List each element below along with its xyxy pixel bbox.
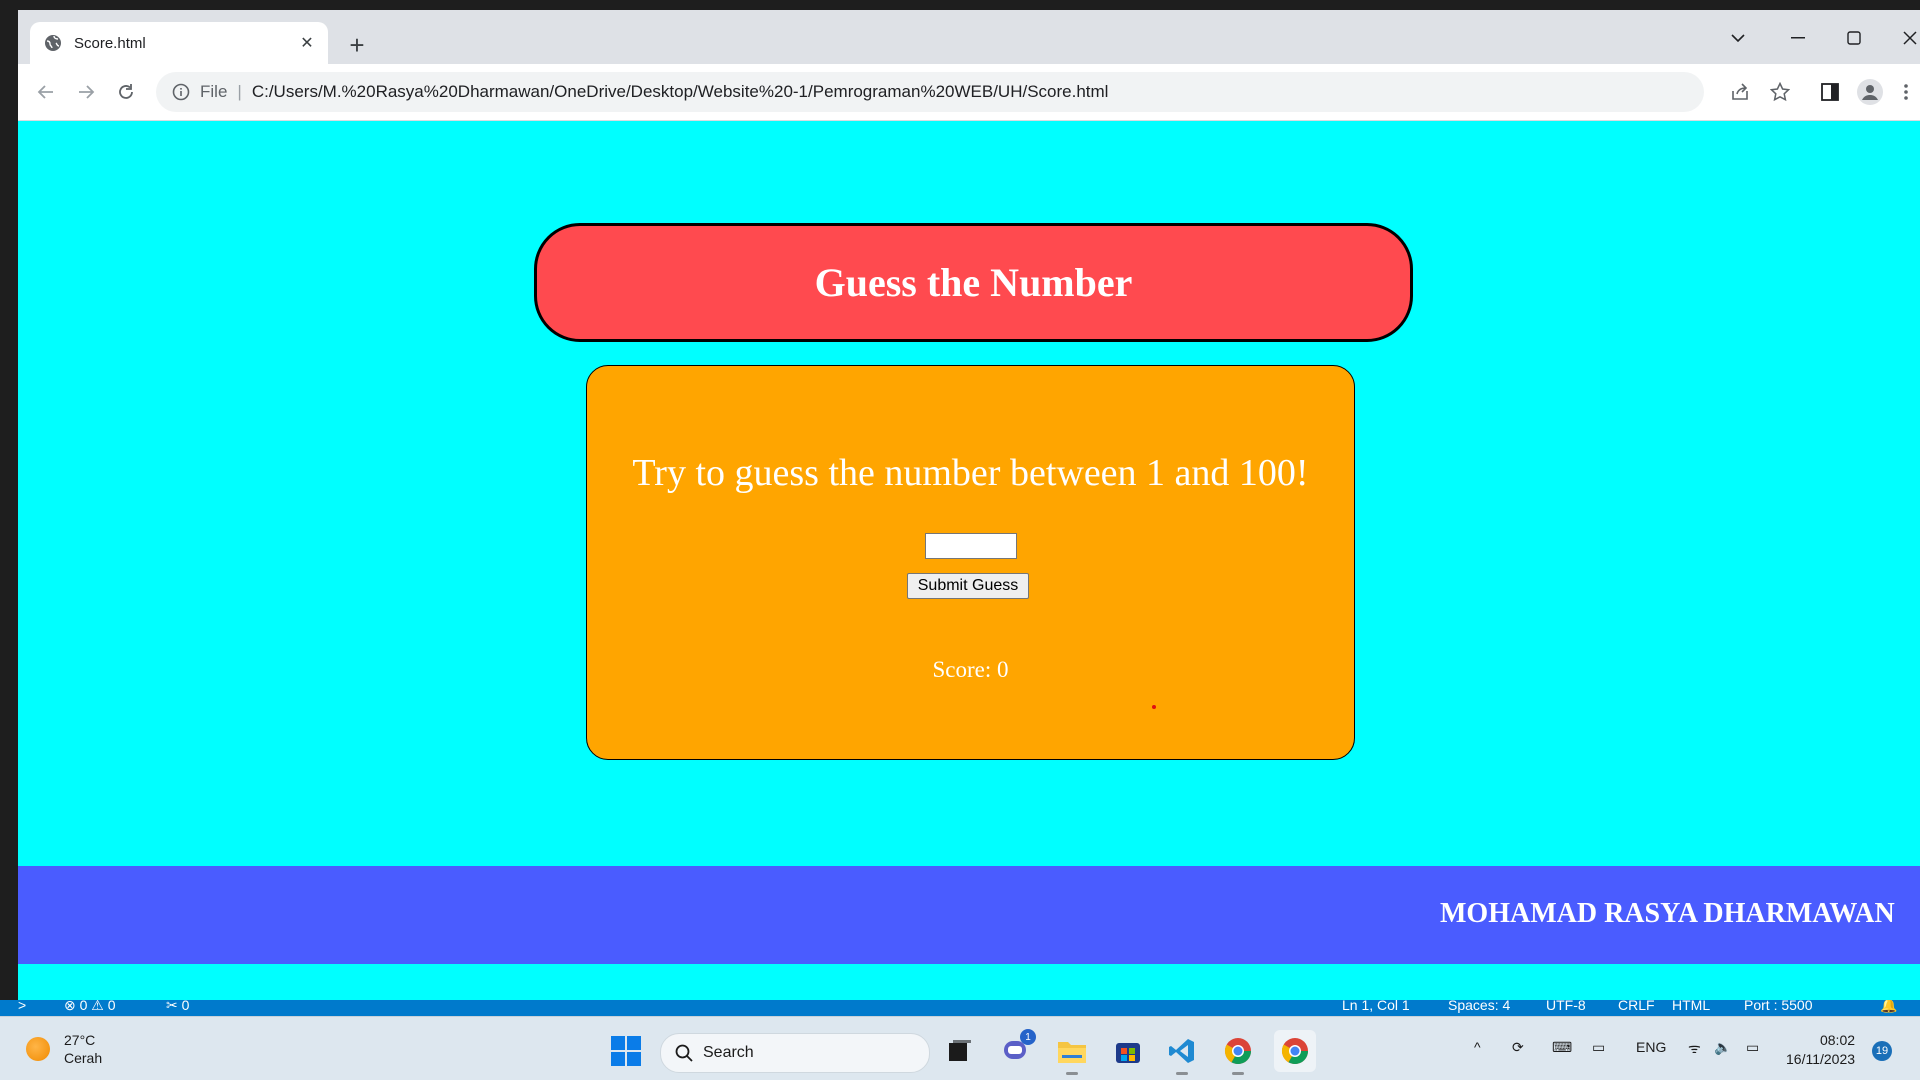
- title-banner: Guess the Number: [534, 223, 1413, 342]
- vscode-status-bar: > ⊗ 0 ⚠ 0 ✂ 0 Ln 1, Col 1 Spaces: 4 UTF-…: [0, 1000, 1920, 1016]
- ports-indicator[interactable]: ✂ 0: [166, 1000, 189, 1014]
- weather-widget[interactable]: 27°C Cerah: [26, 1031, 102, 1067]
- teams-chat-icon[interactable]: 1: [998, 1029, 1036, 1069]
- minimize-icon[interactable]: [1770, 18, 1826, 58]
- end-of-line[interactable]: CRLF: [1618, 1000, 1655, 1013]
- keyboard-icon[interactable]: ⌨: [1552, 1039, 1572, 1056]
- wifi-icon[interactable]: ᯤ: [1688, 1039, 1701, 1058]
- page-viewport: Guess the Number Try to guess the number…: [18, 121, 1920, 1000]
- weather-temperature: 27°C: [64, 1032, 96, 1048]
- submit-guess-button[interactable]: Submit Guess: [907, 573, 1029, 599]
- battery-icon[interactable]: ▭: [1746, 1039, 1759, 1056]
- browser-window: Score.html ✕ + File | C:/Users/M.%20Rasy…: [18, 10, 1920, 1000]
- side-panel-icon[interactable]: [1812, 74, 1848, 110]
- file-explorer-icon[interactable]: [1054, 1033, 1090, 1075]
- windows-start-icon[interactable]: [611, 1036, 641, 1066]
- new-tab-button[interactable]: +: [342, 30, 372, 60]
- search-label: Search: [703, 1044, 754, 1061]
- search-icon: [675, 1044, 693, 1062]
- address-bar[interactable]: File | C:/Users/M.%20Rasya%20Dharmawan/O…: [156, 72, 1704, 112]
- game-panel: Try to guess the number between 1 and 10…: [586, 365, 1355, 760]
- page-title: Guess the Number: [814, 260, 1133, 305]
- problems-indicator[interactable]: ⊗ 0 ⚠ 0: [64, 1000, 116, 1014]
- tab-search-icon[interactable]: [1710, 18, 1766, 58]
- sun-icon: [26, 1037, 50, 1061]
- taskbar-search[interactable]: Search: [660, 1033, 930, 1073]
- browser-toolbar: File | C:/Users/M.%20Rasya%20Dharmawan/O…: [18, 64, 1920, 121]
- url-scheme-label: File: [200, 82, 228, 101]
- url-text[interactable]: C:/Users/M.%20Rasya%20Dharmawan/OneDrive…: [252, 82, 1109, 102]
- display-icon[interactable]: ▭: [1592, 1039, 1605, 1056]
- vscode-icon[interactable]: [1164, 1033, 1200, 1075]
- bookmark-star-icon[interactable]: [1762, 74, 1798, 110]
- url-separator: |: [237, 82, 242, 101]
- chrome-profile-icon[interactable]: [1220, 1033, 1256, 1075]
- window-close-icon[interactable]: [1882, 18, 1920, 58]
- clock-date: 16/11/2023: [1786, 1051, 1856, 1067]
- info-icon[interactable]: [172, 83, 190, 101]
- author-name: MOHAMAD RASYA DHARMAWAN: [1440, 898, 1895, 929]
- notification-count-badge[interactable]: 19: [1872, 1041, 1892, 1061]
- menu-kebab-icon[interactable]: [1888, 74, 1920, 110]
- weather-description: Cerah: [64, 1050, 103, 1066]
- forward-icon[interactable]: [70, 76, 102, 108]
- volume-icon[interactable]: 🔈: [1714, 1039, 1731, 1056]
- microsoft-store-icon[interactable]: [1110, 1033, 1146, 1069]
- chrome-icon[interactable]: [1274, 1030, 1316, 1072]
- game-prompt: Try to guess the number between 1 and 10…: [632, 452, 1309, 494]
- tab-title: Score.html: [74, 34, 146, 52]
- tab-close-icon[interactable]: ✕: [294, 30, 320, 56]
- indentation[interactable]: Spaces: 4: [1448, 1000, 1510, 1013]
- live-server-port[interactable]: Port : 5500: [1744, 1000, 1813, 1013]
- share-icon[interactable]: [1722, 74, 1758, 110]
- reload-icon[interactable]: [110, 76, 142, 108]
- footer-marquee: MOHAMAD RASYA DHARMAWAN: [18, 866, 1920, 964]
- back-icon[interactable]: [30, 76, 62, 108]
- encoding[interactable]: UTF-8: [1546, 1000, 1586, 1013]
- language-mode[interactable]: HTML: [1672, 1000, 1710, 1013]
- browser-tab[interactable]: Score.html ✕: [30, 22, 328, 64]
- taskbar: 27°C Cerah Search 1 ^ ⟳ ⌨ ▭ ENG ᯤ 🔈 ▭ 08…: [0, 1016, 1920, 1080]
- notifications-bell-icon[interactable]: 🔔: [1880, 1000, 1897, 1014]
- cursor-dot: [1152, 705, 1156, 709]
- sync-icon[interactable]: ⟳: [1512, 1039, 1524, 1056]
- clock-time: 08:02: [1819, 1032, 1856, 1048]
- task-view-icon[interactable]: [942, 1033, 978, 1069]
- input-language[interactable]: ENG: [1636, 1039, 1666, 1055]
- guess-input[interactable]: [925, 533, 1017, 559]
- tray-overflow-icon[interactable]: ^: [1474, 1039, 1481, 1055]
- tab-strip: Score.html ✕ +: [18, 10, 1920, 64]
- globe-icon: [45, 35, 61, 51]
- cursor-position[interactable]: Ln 1, Col 1: [1342, 1000, 1410, 1013]
- remote-icon[interactable]: >: [18, 1000, 26, 1013]
- profile-avatar-icon[interactable]: [1852, 74, 1888, 110]
- score-text: Score: 0: [932, 657, 1009, 682]
- chat-badge: 1: [1020, 1029, 1036, 1045]
- system-clock[interactable]: 08:02 16/11/2023: [1786, 1031, 1855, 1069]
- maximize-icon[interactable]: [1826, 18, 1882, 58]
